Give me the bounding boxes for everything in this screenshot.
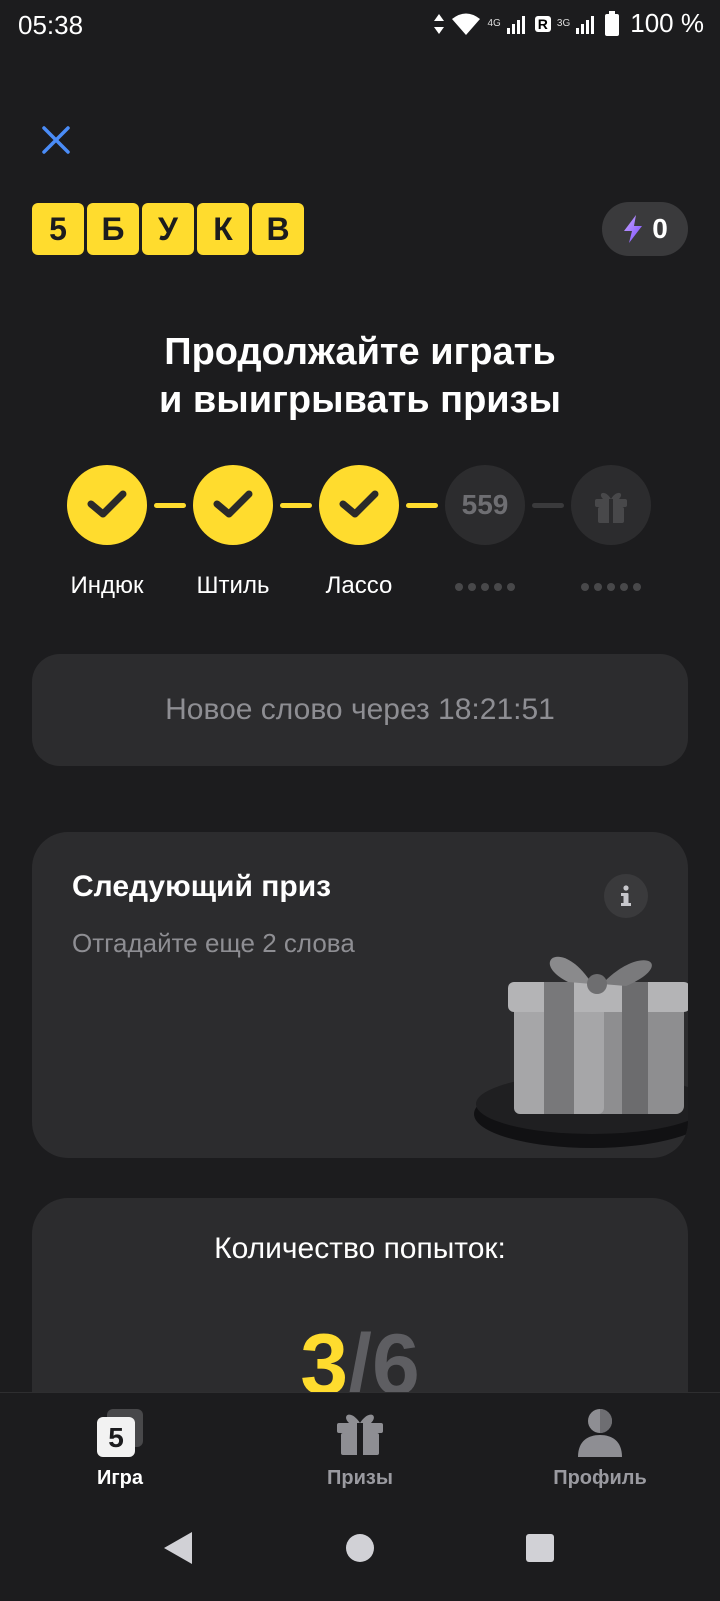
progress-step-gift [571,465,651,545]
nav-label: Игра [96,1467,144,1489]
back-icon[interactable] [162,1530,194,1566]
battery-icon [605,10,620,36]
battery-percent: 100 % [630,8,704,38]
system-navigation [0,1520,720,1584]
data-arrows-icon [434,13,445,34]
progress-step-done [67,465,147,545]
info-icon [621,885,631,906]
next-word-timer: Новое слово через 18:21:51 [32,654,688,766]
progress-step-label: Индюк [70,572,144,599]
lightning-icon [624,215,643,243]
energy-count: 0 [652,213,668,244]
network-3g-label: 3G [556,18,571,29]
wifi-icon [452,13,481,35]
status-icons: 4G R 3G 100 % [433,8,704,39]
attempts-label: Количество попыток: [214,1232,506,1265]
hidden-word-dots [571,583,651,591]
prize-subtitle: Отгадайте еще 2 слова [72,928,355,958]
progress-step-label: Штиль [196,572,270,599]
gift-illustration [474,956,688,1148]
info-button[interactable] [604,874,648,918]
signal-icon [506,15,525,34]
gift-icon [595,492,627,523]
prize-title: Следующий приз [72,870,332,903]
attempts-card: Количество попыток: 3/6 [32,1198,688,1418]
logo-tile: Б [87,203,139,255]
hidden-word-dots [445,583,525,591]
nav-item-prizes[interactable]: Призы [260,1405,460,1490]
recents-icon[interactable] [524,1532,556,1564]
progress-connector [532,503,564,508]
progress-connector [406,503,438,508]
logo-tile: У [142,203,194,255]
status-time: 05:38 [18,10,84,40]
headline-line-1: Продолжайте играть [164,331,556,373]
gift-icon [333,1405,387,1459]
signal-icon-2 [576,15,595,34]
headline-line-2: и выигрывать призы [159,379,561,421]
checkmark-icon [213,490,253,518]
close-icon [42,126,70,154]
nav-item-game[interactable]: 5 Игра [20,1405,220,1490]
energy-badge[interactable]: 0 [602,202,688,256]
checkmark-icon [87,490,127,518]
network-4g-label: 4G [487,18,501,29]
logo-tile: В [252,203,304,255]
status-bar: 05:38 4G R 3G 100 % [0,0,720,52]
nav-label: Призы [327,1467,393,1489]
logo-tile: К [197,203,249,255]
roaming-badge: R [534,15,551,32]
profile-icon [573,1405,627,1459]
progress-step-done [193,465,273,545]
logo-tile: 5 [32,203,84,255]
progress-connector [280,503,312,508]
close-button[interactable] [36,120,76,160]
game-icon: 5 [93,1405,147,1459]
app-logo: 5 Б У К В [32,203,304,255]
nav-item-profile[interactable]: Профиль [500,1405,700,1490]
progress-step-label: Лассо [325,572,393,599]
next-prize-card[interactable]: Следующий приз Отгадайте еще 2 слова [32,832,688,1158]
progress-step-done [319,465,399,545]
headline: Продолжайте играть и выигрывать призы [0,328,720,424]
svg-text:5: 5 [108,1422,124,1453]
checkmark-icon [339,490,379,518]
nav-label: Профиль [553,1467,647,1489]
progress-step-locked: 559 [445,465,525,545]
home-icon[interactable] [344,1532,376,1564]
progress-connector [154,503,186,508]
